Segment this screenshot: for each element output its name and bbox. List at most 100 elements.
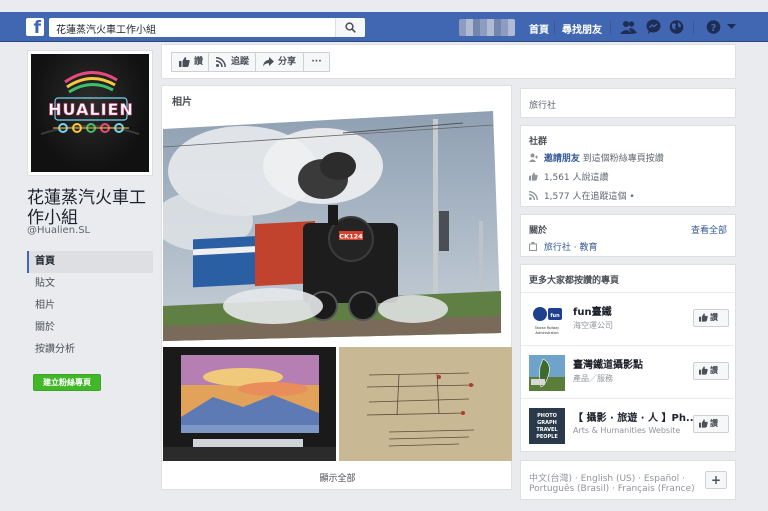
thumbs-up-icon	[179, 57, 190, 67]
left-nav-item-posts[interactable]: 貼文	[27, 273, 153, 295]
left-nav-item-insights[interactable]: 按讚分析	[27, 339, 153, 361]
like-page-button[interactable]: 讚	[171, 52, 209, 72]
handwritten-diagram-photo[interactable]	[339, 347, 512, 461]
about-see-all-link[interactable]: 查看全部	[691, 223, 727, 236]
liked-pages-title: 更多大家都按讚的專頁	[529, 276, 620, 286]
follow-page-label: 追蹤	[231, 57, 250, 67]
notifications-globe-icon[interactable]	[669, 19, 684, 35]
help-icon[interactable]: ?	[706, 19, 721, 35]
about-categories-link[interactable]: 旅行社 · 教育	[544, 243, 598, 253]
liked-page-category: 產品／服務	[573, 374, 613, 383]
rss-follow-icon	[216, 57, 226, 67]
add-language-button[interactable]: +	[705, 471, 727, 489]
like-button-label: 讚	[710, 419, 718, 428]
rss-follow-icon	[528, 190, 541, 203]
svg-text:PHOTO: PHOTO	[537, 413, 557, 419]
nav-divider	[554, 20, 555, 34]
svg-text:?: ?	[711, 23, 717, 34]
nav-divider	[610, 20, 611, 34]
like-button-label: 讚	[710, 313, 718, 322]
search-input-value: 花蓮蒸汽火車工作小組	[56, 25, 156, 36]
locomotive-number-plate: CK124	[339, 233, 363, 241]
svg-text:fun: fun	[550, 313, 560, 319]
community-title[interactable]: 社群	[529, 134, 547, 147]
taiwan-map-photo-icon	[529, 355, 565, 391]
nav-divider	[693, 20, 694, 34]
about-title[interactable]: 關於	[529, 223, 547, 236]
left-nav-item-home[interactable]: 首頁	[27, 251, 153, 273]
svg-text:Taiwan Railway: Taiwan Railway	[534, 326, 559, 330]
left-nav-item-about[interactable]: 關於	[27, 317, 153, 339]
svg-text:HUALIEN: HUALIEN	[48, 100, 134, 119]
liked-page-like-button[interactable]: 讚	[693, 362, 729, 380]
friend-requests-icon[interactable]	[620, 19, 637, 35]
steam-train-photo[interactable]: CK124	[163, 111, 511, 341]
photograph-travel-people-logo-icon: PHOTO GRAPH TRAVEL PEOPLE	[529, 408, 565, 444]
community-card: 社群 邀請朋友 到這個粉絲專頁按讚 1,561 人說這讚 1,577 人在追蹤這…	[520, 125, 736, 207]
liked-page-category: 海空運公司	[573, 321, 613, 330]
liked-page-category: Arts & Humanities Website	[573, 426, 681, 435]
search-input[interactable]: 花蓮蒸汽火車工作小組	[49, 18, 365, 37]
language-list-line-1[interactable]: 中文(台灣) · English (US) · Español ·	[529, 471, 685, 484]
followers-count-text[interactable]: 1,577 人在追蹤這個 •	[544, 192, 635, 202]
invite-friends-link[interactable]: 邀請朋友	[544, 154, 580, 164]
user-profile-link[interactable]	[459, 19, 515, 36]
liked-page-like-button[interactable]: 讚	[693, 415, 729, 433]
nav-find-friends-link[interactable]: 尋找朋友	[562, 21, 602, 36]
page-category-label[interactable]: 旅行社	[529, 98, 556, 111]
liked-page-item: PHOTO GRAPH TRAVEL PEOPLE 【 攝影 · 旅遊 · 人 …	[521, 398, 737, 450]
sunset-photo-exhibit[interactable]	[163, 347, 336, 461]
svg-text:TRAVEL: TRAVEL	[536, 427, 558, 433]
more-options-button[interactable]: ···	[303, 52, 330, 72]
thumbs-up-icon	[699, 419, 708, 428]
facebook-logo-icon[interactable]: f	[26, 18, 44, 36]
invite-friends-row: 邀請朋友 到這個粉絲專頁按讚	[529, 151, 664, 165]
photos-see-all-link[interactable]: 顯示全部	[162, 471, 513, 484]
about-categories-row: 旅行社 · 教育	[529, 240, 597, 254]
create-page-button[interactable]: 建立粉絲專頁	[33, 374, 101, 391]
steam-locomotive-image-icon: CK124	[163, 111, 501, 341]
followers-count-row: 1,577 人在追蹤這個 •	[528, 189, 635, 203]
language-list-line-2[interactable]: Português (Brasil) · Français (France)	[529, 484, 695, 494]
liked-page-item: fun Taiwan Railway Administration fun臺鐵 …	[521, 292, 737, 344]
left-nav-item-photos[interactable]: 相片	[27, 295, 153, 317]
taiwan-railway-logo-icon: fun Taiwan Railway Administration	[529, 302, 565, 338]
liked-page-name[interactable]: fun臺鐵	[573, 303, 612, 318]
liked-page-name[interactable]: 【 攝影 · 旅遊 · 人 】Ph...	[573, 409, 697, 424]
likes-count-text[interactable]: 1,561 人說這讚	[544, 173, 609, 183]
hualien-logo-image: HUALIEN	[31, 54, 149, 172]
track-diagram-paper-image-icon	[339, 347, 512, 461]
top-navigation-bar: f 花蓮蒸汽火車工作小組 首頁 尋找朋友 ?	[0, 12, 768, 42]
account-menu-chevron-down-icon[interactable]	[727, 24, 736, 30]
search-button[interactable]	[335, 18, 365, 37]
share-page-label: 分享	[278, 57, 297, 67]
like-button-label: 讚	[710, 366, 718, 375]
liked-page-name[interactable]: 臺灣鐵道攝影點	[573, 356, 643, 371]
nav-home-link[interactable]: 首頁	[529, 21, 549, 36]
messages-icon[interactable]	[646, 19, 661, 35]
more-options-ellipsis-icon: ···	[311, 57, 322, 67]
likes-count-row: 1,561 人說這讚	[529, 170, 609, 184]
follow-page-button[interactable]: 追蹤	[208, 52, 256, 72]
tag-icon	[529, 241, 541, 254]
photo-travel-people-thumbnail[interactable]: PHOTO GRAPH TRAVEL PEOPLE	[529, 408, 565, 444]
liked-pages-card: 更多大家都按讚的專頁 fun Taiwan Railway Administra…	[520, 264, 737, 452]
page-left-navigation: 首頁 貼文 相片 關於 按讚分析	[27, 251, 153, 361]
like-page-label: 讚	[194, 57, 204, 67]
page-profile-picture[interactable]: HUALIEN	[27, 50, 153, 176]
about-card: 關於 查看全部 旅行社 · 教育	[520, 214, 736, 257]
svg-text:GRAPH: GRAPH	[537, 420, 557, 426]
page-username[interactable]: @Hualien.SL	[27, 225, 90, 236]
sunset-mountain-image-icon	[163, 347, 336, 461]
fun-tra-thumbnail[interactable]: fun Taiwan Railway Administration	[529, 302, 565, 338]
page-title: 花蓮蒸汽火車工作小組	[27, 188, 146, 228]
invite-friends-text: 到這個粉絲專頁按讚	[582, 154, 664, 164]
liked-page-item: 臺灣鐵道攝影點 產品／服務 讚	[521, 345, 737, 397]
thumbs-up-icon	[699, 366, 708, 375]
railway-photo-spots-thumbnail[interactable]	[529, 355, 565, 391]
page-action-bar: 讚 追蹤 分享 ···	[161, 44, 736, 79]
category-card: 旅行社	[520, 88, 736, 118]
share-page-button[interactable]: 分享	[255, 52, 304, 72]
liked-page-like-button[interactable]: 讚	[693, 309, 729, 327]
photos-card-title[interactable]: 相片	[172, 93, 192, 108]
